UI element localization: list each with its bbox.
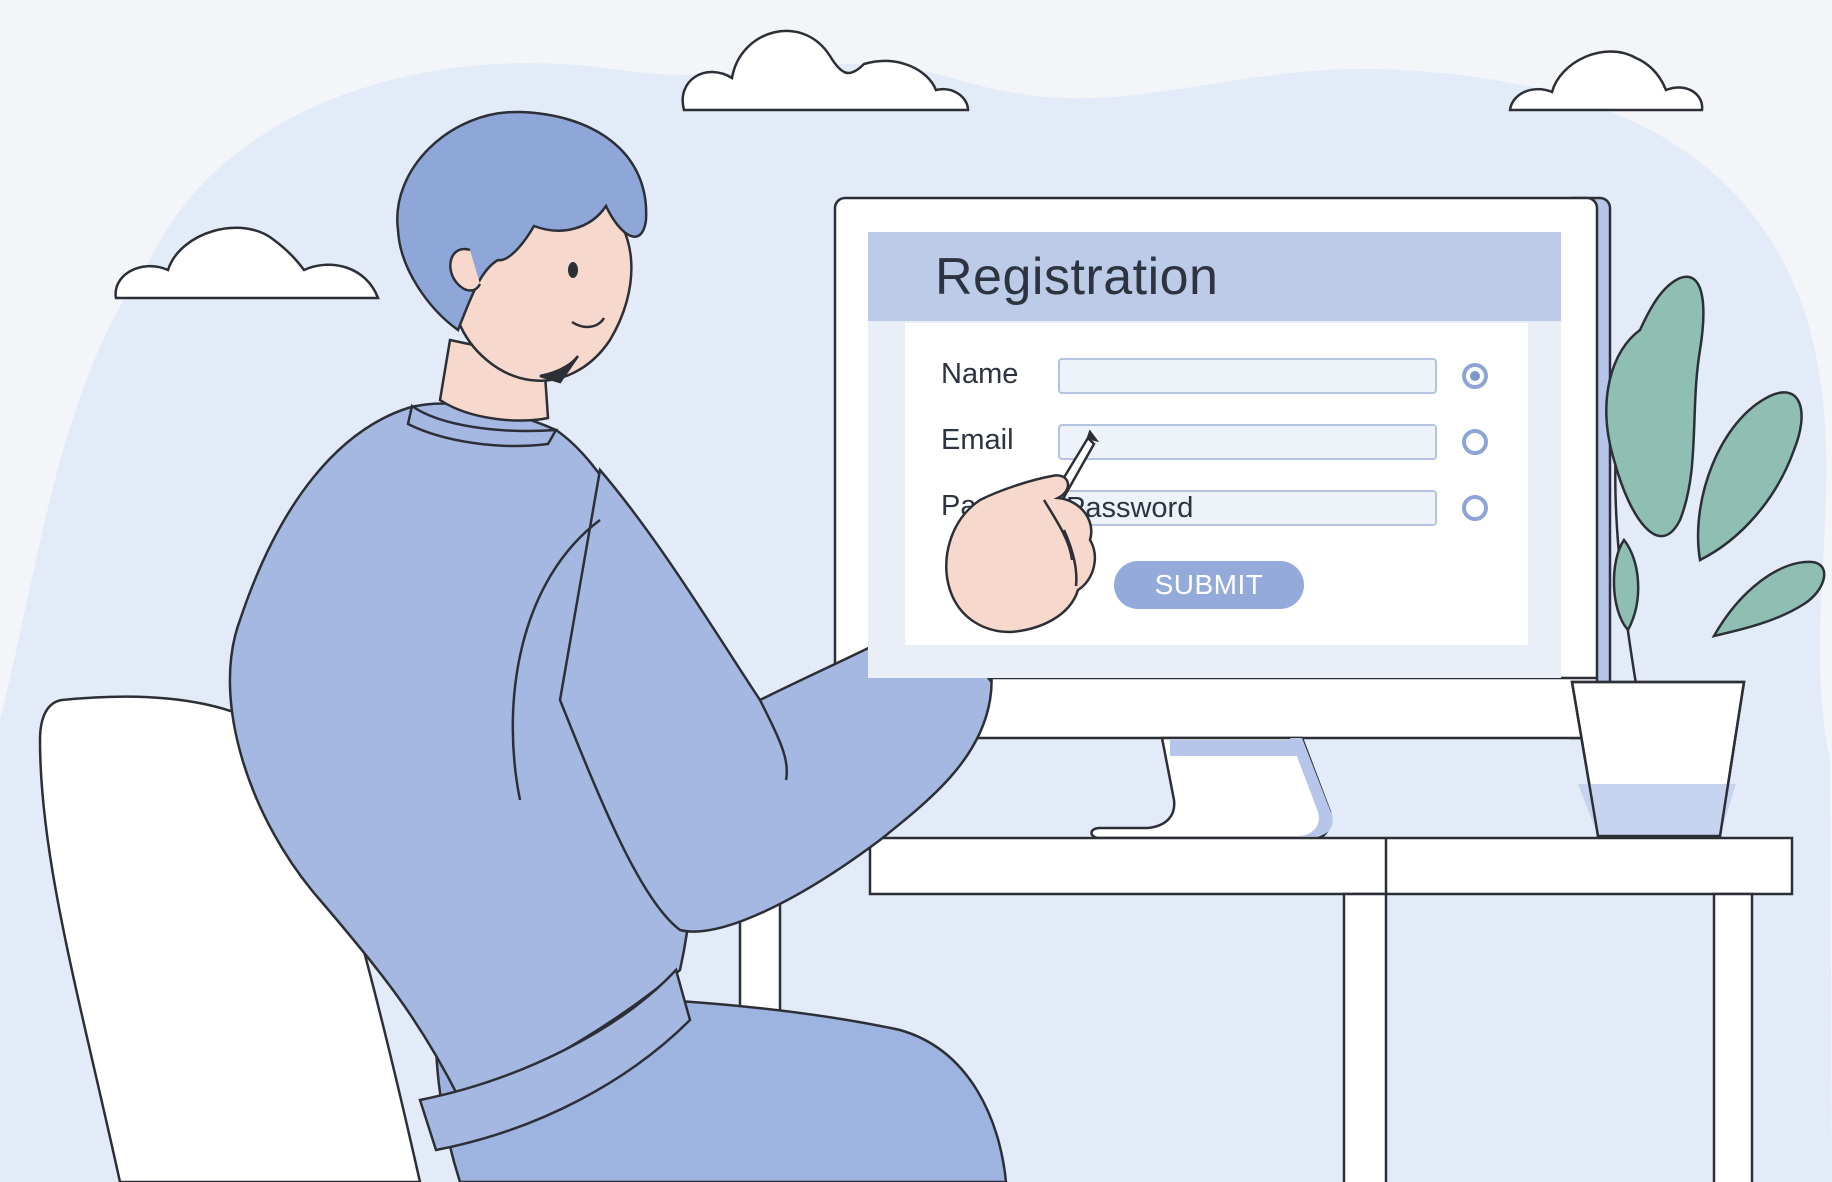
form-header: Registration — [868, 232, 1561, 321]
password-field[interactable] — [1058, 490, 1437, 526]
cloud-icon — [681, 29, 970, 112]
registration-form: Registration Name Email Password SUBMIT — [868, 232, 1561, 678]
submit-button[interactable]: SUBMIT — [1114, 561, 1304, 609]
email-label: Email — [941, 424, 1014, 456]
illustration-scene: Registration Name Email Password SUBMIT — [0, 0, 1832, 1182]
email-radio-icon[interactable] — [1462, 429, 1488, 455]
name-radio-icon[interactable] — [1462, 363, 1488, 389]
name-label: Name — [941, 358, 1019, 390]
password-radio-icon[interactable] — [1462, 495, 1488, 521]
cloud-icon — [1508, 50, 1704, 112]
form-title: Registration — [935, 248, 1219, 306]
password-label: Password — [941, 490, 1069, 522]
name-field[interactable] — [1058, 358, 1437, 394]
email-field[interactable] — [1058, 424, 1437, 460]
